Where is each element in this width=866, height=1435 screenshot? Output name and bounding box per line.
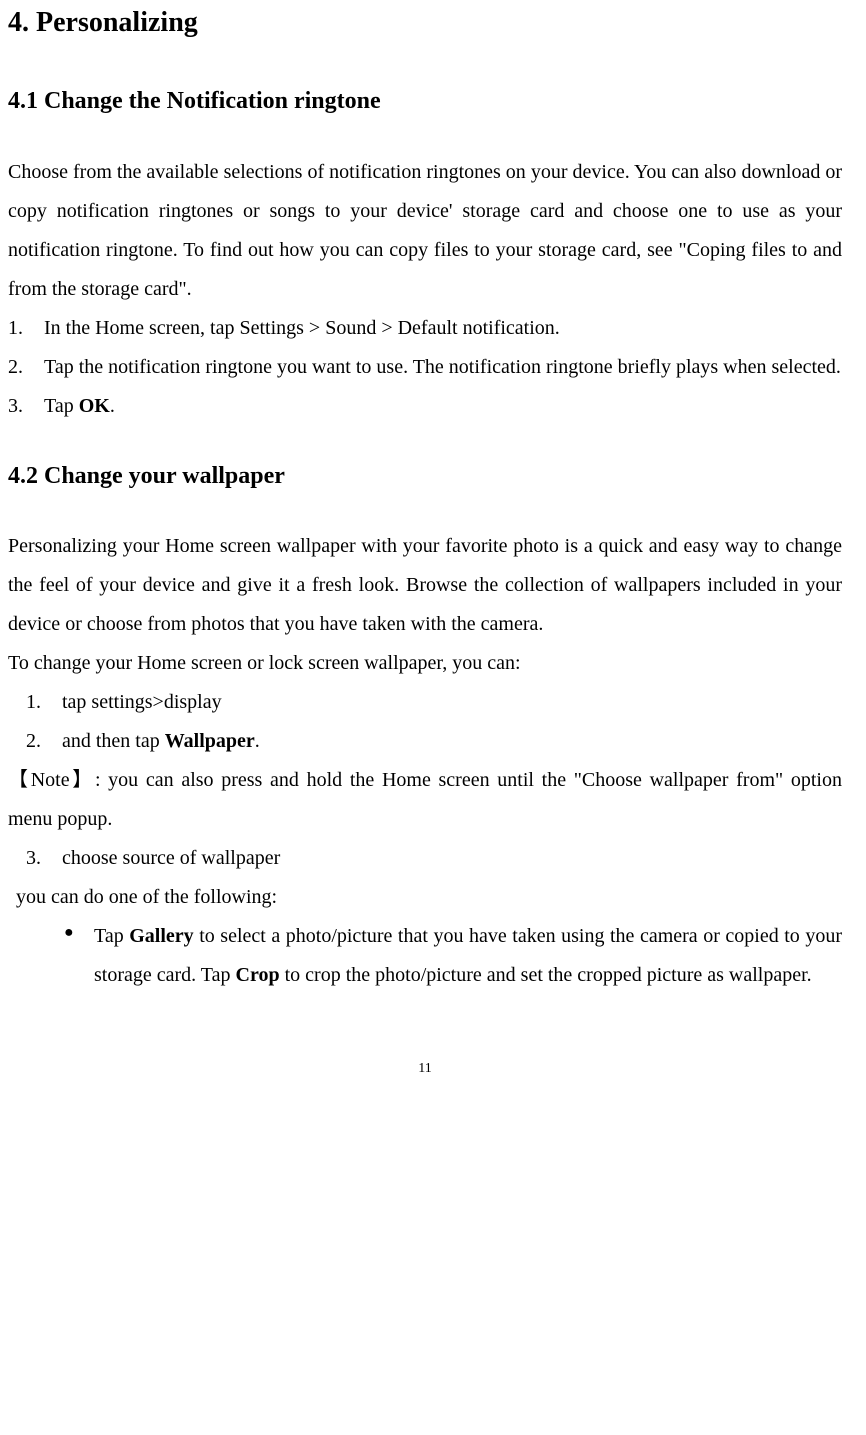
section-4-2-sublead: you can do one of the following: <box>8 878 842 917</box>
step-number: 1. <box>8 309 44 348</box>
text-prefix: Tap <box>44 395 79 417</box>
bullet-text: Tap Gallery to select a photo/picture th… <box>94 917 842 995</box>
step-text: Tap the notification ringtone you want t… <box>44 348 842 387</box>
text-bold-crop: Crop <box>236 964 280 986</box>
section-4-1-intro: Choose from the available selections of … <box>8 153 842 309</box>
list-item: 1. In the Home screen, tap Settings > So… <box>8 309 842 348</box>
step-text: In the Home screen, tap Settings > Sound… <box>44 309 842 348</box>
heading-section-4-1: 4.1 Change the Notification ringtone <box>8 86 842 117</box>
step-number: 3. <box>8 387 44 426</box>
section-4-2-note: 【Note】: you can also press and hold the … <box>8 761 842 839</box>
step-text: choose source of wallpaper <box>62 839 842 878</box>
bullet-icon: ● <box>64 917 94 995</box>
page-number: 11 <box>8 1055 842 1082</box>
text-suffix: . <box>110 395 115 417</box>
list-item: 2. Tap the notification ringtone you wan… <box>8 348 842 387</box>
list-item: ● Tap Gallery to select a photo/picture … <box>64 917 842 995</box>
list-item: 3. Tap OK. <box>8 387 842 426</box>
section-4-2-bullets: ● Tap Gallery to select a photo/picture … <box>8 917 842 995</box>
heading-chapter: 4. Personalizing <box>8 5 842 41</box>
section-4-2-steps-a: 1. tap settings>display 2. and then tap … <box>8 683 842 761</box>
section-4-2-intro: Personalizing your Home screen wallpaper… <box>8 527 842 644</box>
step-text: and then tap Wallpaper. <box>62 722 842 761</box>
text-bold-ok: OK <box>79 395 110 417</box>
section-4-2-lead: To change your Home screen or lock scree… <box>8 644 842 683</box>
text-prefix: and then tap <box>62 730 165 752</box>
step-number: 3. <box>26 839 62 878</box>
step-number: 2. <box>8 348 44 387</box>
text-bold-gallery: Gallery <box>129 925 193 947</box>
list-item: 2. and then tap Wallpaper. <box>26 722 842 761</box>
text-bold-wallpaper: Wallpaper <box>165 730 255 752</box>
section-4-1-steps: 1. In the Home screen, tap Settings > So… <box>8 309 842 426</box>
list-item: 3. choose source of wallpaper <box>26 839 842 878</box>
list-item: 1. tap settings>display <box>26 683 842 722</box>
heading-section-4-2: 4.2 Change your wallpaper <box>8 461 842 492</box>
step-text: Tap OK. <box>44 387 842 426</box>
section-4-2-steps-b: 3. choose source of wallpaper <box>8 839 842 878</box>
step-number: 2. <box>26 722 62 761</box>
step-number: 1. <box>26 683 62 722</box>
text-post: to crop the photo/picture and set the cr… <box>280 964 812 986</box>
step-text: tap settings>display <box>62 683 842 722</box>
text-suffix: . <box>255 730 260 752</box>
text-prefix: Tap <box>94 925 129 947</box>
